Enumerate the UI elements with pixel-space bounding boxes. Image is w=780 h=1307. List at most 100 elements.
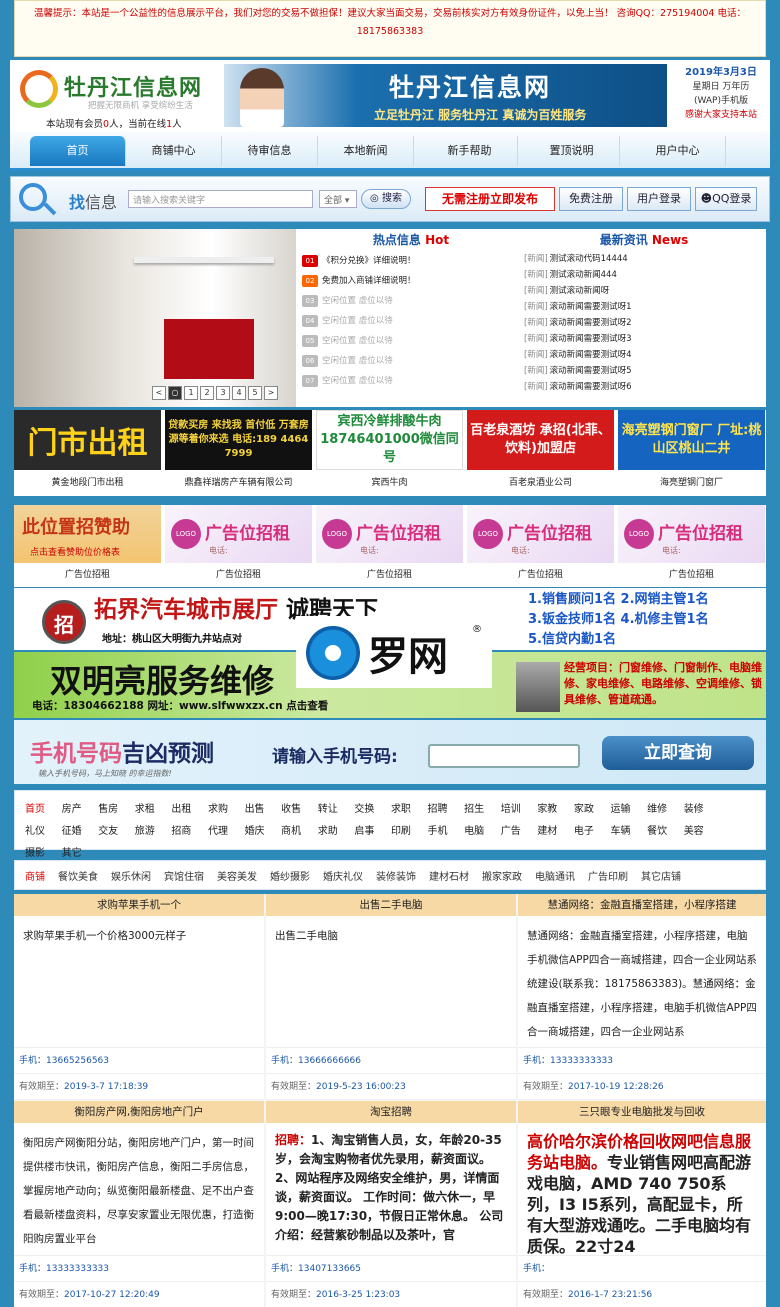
ad-slot[interactable]: LOGO 广告位招租 电话: 广告位招租 [316,505,463,587]
shop-tab[interactable]: 其它店铺 [641,868,681,883]
slider-page[interactable]: 5 [248,386,262,400]
category-link[interactable]: 征婚 [62,821,99,843]
category-link[interactable]: 出租 [171,799,208,821]
shop-tab[interactable]: 广告印刷 [588,868,628,883]
category-link[interactable]: 礼仪 [25,821,62,843]
search-input[interactable]: 请输入搜索关键字 [128,190,313,208]
category-link[interactable]: 招商 [171,821,208,843]
login-button[interactable]: 用户登录 [627,187,691,211]
category-link[interactable]: 转让 [318,799,355,821]
category-link[interactable]: 求租 [135,799,172,821]
shop-tab[interactable]: 电脑通讯 [535,868,575,883]
search-button[interactable]: ◎ 搜索 [361,189,411,209]
wap-link[interactable]: (WAP)手机版 [678,94,764,108]
shop-tab[interactable]: 美容美发 [217,868,257,883]
info-card[interactable]: 出售二手电脑 出售二手电脑 手机：13666666666 有效期至：2019-5… [266,894,516,1099]
news-item[interactable]: [新闻] 测试滚动代码14444 [524,251,764,267]
ad-house-loan[interactable]: 贷款买房 来找我 首付低 万套房源等着你来选 电话:189 4464 7999 鼎… [165,410,312,496]
shop-tab[interactable]: 商铺 [25,868,45,883]
hot-item[interactable]: 07 空闲位置 虚位以待 [302,371,520,391]
nav-pending[interactable]: 待审信息 [222,136,318,166]
news-item[interactable]: [新闻] 滚动新闻需要测试呀6 [524,379,764,395]
hot-item[interactable]: 04 空闲位置 虚位以待 [302,311,520,331]
category-link[interactable]: 车辆 [611,821,648,843]
news-item[interactable]: [新闻] 滚动新闻需要测试呀5 [524,363,764,379]
category-link[interactable]: 电脑 [464,821,501,843]
nav-top-info[interactable]: 置顶说明 [524,136,620,166]
image-slider[interactable]: < ○ 1 2 3 4 5 > [14,229,296,407]
shop-tab[interactable]: 婚庆礼仪 [323,868,363,883]
category-link[interactable]: 出售 [245,799,282,821]
ad-windows[interactable]: 海亮塑钢门窗厂 厂址:桃山区桃山二井 海亮塑钢门窗厂 [618,410,765,496]
info-card[interactable]: 慧通网络：金融直播室搭建，小程序搭建 慧通网络：金融直播室搭建，小程序搭建，电脑… [518,894,766,1099]
news-item[interactable]: [新闻] 滚动新闻需要测试呀3 [524,331,764,347]
card-title[interactable]: 衡阳房产网,衡阳房地产门户 [14,1101,264,1123]
shop-tab[interactable]: 搬家家政 [482,868,522,883]
category-link[interactable]: 广告 [501,821,538,843]
category-link[interactable]: 代理 [208,821,245,843]
category-link[interactable]: 商机 [281,821,318,843]
hot-item[interactable]: 06 空闲位置 虚位以待 [302,351,520,371]
shop-tab[interactable]: 婚纱摄影 [270,868,310,883]
category-link[interactable]: 售房 [98,799,135,821]
card-title[interactable]: 慧通网络：金融直播室搭建，小程序搭建 [518,894,766,916]
card-title[interactable]: 求购苹果手机一个 [14,894,264,916]
category-link[interactable]: 家教 [537,799,574,821]
info-card[interactable]: 三只眼专业电脑批发与回收 高价哈尔滨价格回收网吧信息服务站电脑。专业销售网吧高配… [518,1101,766,1307]
info-card[interactable]: 求购苹果手机一个 求购苹果手机一个价格3000元样子 手机：1366525656… [14,894,264,1099]
site-logo[interactable]: 牡丹江信息网 把握无限商机 享受缤纷生活 [20,68,225,116]
ad-slot[interactable]: LOGO 广告位招租 电话: 广告位招租 [467,505,614,587]
hot-item[interactable]: 02 免费加入商铺详细说明！ [302,271,520,291]
card-title[interactable]: 出售二手电脑 [266,894,516,916]
category-link[interactable]: 旅游 [135,821,172,843]
header-banner[interactable]: 牡丹江信息网 立足牡丹江 服务牡丹江 真诚为百姓服务 [224,64,667,127]
shop-tab[interactable]: 娱乐休闲 [111,868,151,883]
card-title[interactable]: 三只眼专业电脑批发与回收 [518,1101,766,1123]
news-item[interactable]: [新闻] 滚动新闻需要测试呀4 [524,347,764,363]
news-item[interactable]: [新闻] 滚动新闻需要测试呀2 [524,315,764,331]
category-link[interactable]: 装修 [684,799,721,821]
info-card[interactable]: 衡阳房产网,衡阳房地产门户 衡阳房产网衡阳分站，衡阳房地产门户，第一时间提供楼市… [14,1101,264,1307]
query-button[interactable]: 立即查询 [602,736,754,770]
category-link[interactable]: 招生 [464,799,501,821]
hot-item[interactable]: 05 空闲位置 虚位以待 [302,331,520,351]
category-link[interactable]: 美容 [684,821,721,843]
category-link[interactable]: 餐饮 [647,821,684,843]
slider-page[interactable]: 1 [184,386,198,400]
card-title[interactable]: 淘宝招聘 [266,1101,516,1123]
publish-button[interactable]: 无需注册立即发布 [425,187,555,211]
search-scope-select[interactable]: 全部 ▾ [319,190,357,208]
slider-page[interactable]: 3 [216,386,230,400]
category-link[interactable]: 培训 [501,799,538,821]
slider-next[interactable]: > [264,386,278,400]
category-link[interactable]: 婚庆 [245,821,282,843]
ad-slot[interactable]: LOGO 广告位招租 电话: 广告位招租 [618,505,765,587]
slider-page[interactable]: 4 [232,386,246,400]
slider-page[interactable]: 2 [200,386,214,400]
ad-slot[interactable]: LOGO 广告位招租 电话: 广告位招租 [165,505,312,587]
slider-prev[interactable]: < [152,386,166,400]
news-item[interactable]: [新闻] 测试滚动新闻444 [524,267,764,283]
shop-tab[interactable]: 餐饮美食 [58,868,98,883]
category-link[interactable]: 家政 [574,799,611,821]
category-link[interactable]: 印刷 [391,821,428,843]
news-item[interactable]: [新闻] 滚动新闻需要测试呀1 [524,299,764,315]
ad-sponsor[interactable]: 此位置招赞助 点击查看赞助位价格表 广告位招租 [14,505,161,587]
category-link[interactable]: 维修 [647,799,684,821]
shop-tab[interactable]: 宾馆住宿 [164,868,204,883]
category-link[interactable]: 收售 [281,799,318,821]
category-link[interactable]: 运输 [611,799,648,821]
slider-dot[interactable]: ○ [168,386,182,400]
category-link[interactable]: 启事 [354,821,391,843]
qq-login-button[interactable]: ☻QQ登录 [695,187,757,211]
news-item[interactable]: [新闻] 测试滚动新闻呀 [524,283,764,299]
ad-beef[interactable]: 宾西冷鲜排酸牛肉 18746401000微信同号 宾西牛肉 [316,410,463,496]
nav-user-center[interactable]: 用户中心 [630,136,726,166]
category-link[interactable]: 电子 [574,821,611,843]
info-card[interactable]: 淘宝招聘 招聘：1、淘宝销售人员，女，年龄20-35岁，会淘宝购物者优先录用，薪… [266,1101,516,1307]
shop-tab[interactable]: 装修装饰 [376,868,416,883]
ad-liquor[interactable]: 百老泉酒坊 承招(北菲、饮料)加盟店 百老泉酒业公司 [467,410,614,496]
category-link[interactable]: 交换 [354,799,391,821]
hot-item[interactable]: 01 《积分兑换》详细说明！ [302,251,520,271]
nav-shops[interactable]: 商铺中心 [126,136,222,166]
